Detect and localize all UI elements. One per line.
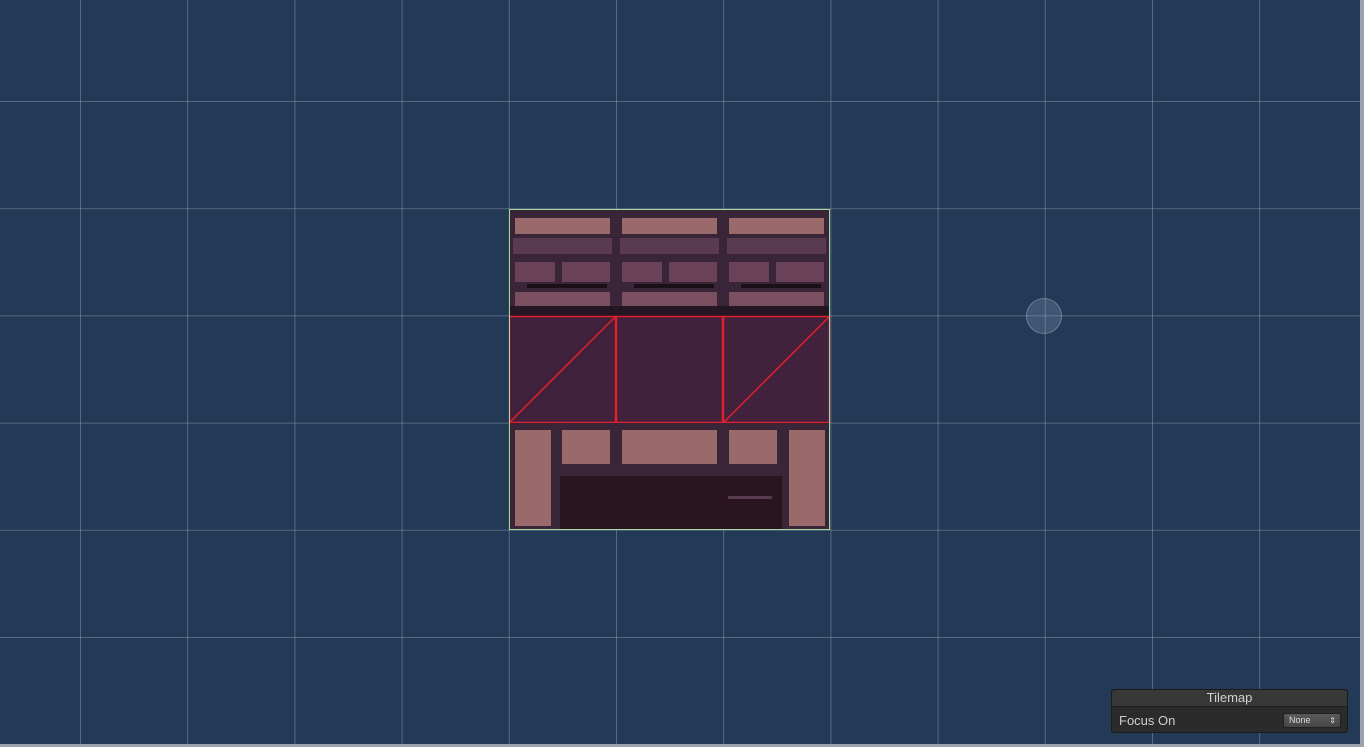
tile-wall-1 — [509, 209, 616, 316]
tile-pillar-right — [789, 430, 825, 526]
scene-canvas[interactable] — [0, 0, 1360, 747]
tile-row-middle — [508, 315, 831, 424]
tile-wall-2 — [616, 209, 723, 316]
scroll-edge-right — [1360, 0, 1364, 747]
scene-view[interactable] — [0, 0, 1360, 747]
focus-row: Focus On None ⇕ — [1112, 707, 1347, 733]
focus-on-dropdown[interactable]: None ⇕ — [1283, 713, 1341, 728]
tile-doorway — [560, 476, 782, 530]
focus-on-value: None — [1289, 715, 1311, 725]
rotate-handle[interactable] — [1026, 298, 1062, 334]
collider-tiles — [509, 316, 830, 423]
tile-pillar-left — [515, 430, 551, 526]
tilemap-overlay-panel: Tilemap Focus On None ⇕ — [1111, 689, 1348, 733]
up-down-arrows-icon: ⇕ — [1329, 716, 1336, 725]
focus-on-label: Focus On — [1119, 713, 1176, 728]
tilemap-panel-title: Tilemap — [1112, 690, 1347, 707]
tile-row-top — [509, 209, 830, 316]
tile-row-bottom — [509, 423, 830, 530]
tile-wall-3 — [723, 209, 830, 316]
